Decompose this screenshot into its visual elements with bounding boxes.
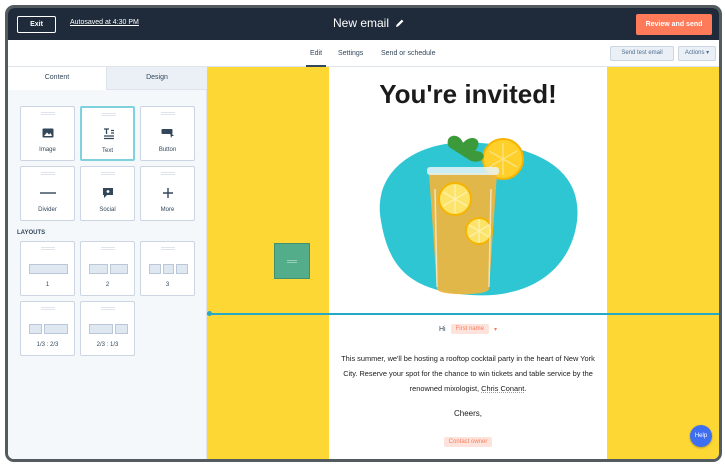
tab-design[interactable]: Design: [107, 67, 207, 90]
autosave-link[interactable]: Autosaved at 4:30 PM: [70, 19, 139, 26]
tab-send-or-schedule[interactable]: Send or schedule: [381, 50, 435, 57]
email-editor-window: Exit Autosaved at 4:30 PM New email Revi…: [5, 5, 722, 462]
email-signoff[interactable]: Cheers,: [329, 409, 607, 418]
divider-icon: [40, 186, 56, 200]
image-icon: [40, 126, 56, 140]
content-sidebar: Content Design Image Text Button Divider…: [8, 67, 207, 459]
email-heading[interactable]: You're invited!: [329, 79, 607, 110]
drop-target-line: [207, 311, 719, 316]
module-social[interactable]: Social: [80, 166, 135, 221]
email-body[interactable]: You're invited! Hi First name ▾ This sum…: [329, 67, 607, 459]
email-canvas[interactable]: You're invited! Hi First name ▾ This sum…: [207, 67, 719, 459]
dragged-module-ghost[interactable]: [274, 243, 310, 279]
tab-content[interactable]: Content: [8, 67, 107, 90]
send-test-email-button[interactable]: Send test email: [610, 46, 674, 61]
greeting-text: Hi: [439, 325, 446, 333]
drag-handle: [161, 112, 175, 115]
layout-label: 1/3 : 2/3: [36, 342, 59, 348]
drag-handle: [41, 307, 55, 310]
top-bar: Exit Autosaved at 4:30 PM New email Revi…: [8, 8, 719, 40]
owner-row: Contact owner: [329, 437, 607, 447]
help-button[interactable]: Help: [690, 425, 712, 447]
drag-handle: [161, 172, 175, 175]
paragraph-text: This summer, we'll be hosting a rooftop …: [341, 354, 595, 393]
drag-handle: [102, 113, 116, 116]
layout-1-column[interactable]: 1: [20, 241, 75, 296]
drag-handle: [287, 260, 297, 263]
drag-handle: [161, 247, 175, 250]
module-image[interactable]: Image: [20, 106, 75, 161]
sidebar-tabs: Content Design: [8, 67, 207, 90]
button-icon: [160, 126, 176, 140]
mixologist-name: Chris Conant: [481, 384, 525, 393]
module-label: Social: [99, 207, 116, 213]
layout-one-third-two-thirds[interactable]: 1/3 : 2/3: [20, 301, 75, 356]
pencil-icon[interactable]: [395, 18, 405, 28]
layouts-heading: LAYOUTS: [17, 230, 46, 236]
review-and-send-button[interactable]: Review and send: [636, 14, 712, 35]
paragraph-end: .: [524, 384, 527, 393]
layout-label: 1: [45, 282, 50, 288]
layout-preview: [89, 324, 128, 334]
layout-label: 2/3 : 1/3: [96, 342, 119, 348]
module-label: Divider: [38, 207, 57, 213]
module-label: Button: [158, 147, 177, 153]
drag-handle: [101, 247, 115, 250]
contact-owner-token[interactable]: Contact owner: [443, 437, 493, 447]
drag-handle: [41, 172, 55, 175]
drag-handle: [41, 112, 55, 115]
email-title-area[interactable]: New email: [333, 16, 405, 30]
greeting-row[interactable]: Hi First name ▾: [329, 324, 607, 334]
editor-subnav: Edit Settings Send or schedule Send test…: [8, 40, 719, 67]
layout-label: 3: [165, 282, 170, 288]
tab-edit[interactable]: Edit: [305, 50, 327, 67]
plus-icon: [160, 186, 176, 200]
layout-preview: [89, 264, 128, 274]
layout-preview: [29, 324, 68, 334]
layout-label: 2: [105, 282, 110, 288]
module-more[interactable]: More: [140, 166, 195, 221]
module-text[interactable]: Text: [80, 106, 135, 161]
exit-button[interactable]: Exit: [17, 16, 56, 33]
tab-settings[interactable]: Settings: [338, 50, 363, 57]
module-button[interactable]: Button: [140, 106, 195, 161]
token-caret-icon[interactable]: ▾: [494, 326, 497, 333]
text-icon: [101, 127, 117, 141]
module-label: Image: [39, 147, 56, 153]
drag-handle: [101, 307, 115, 310]
module-label: More: [160, 207, 175, 213]
first-name-token[interactable]: First name: [450, 324, 489, 334]
email-paragraph[interactable]: This summer, we'll be hosting a rooftop …: [341, 351, 595, 396]
social-icon: [100, 186, 116, 200]
actions-dropdown[interactable]: Actions ▾: [678, 46, 716, 61]
layout-preview: [149, 264, 189, 274]
screenshot-frame: Exit Autosaved at 4:30 PM New email Revi…: [0, 0, 725, 464]
drag-handle: [101, 172, 115, 175]
module-label: Text: [101, 148, 113, 154]
layout-2-column[interactable]: 2: [80, 241, 135, 296]
drag-handle: [41, 247, 55, 250]
layout-preview: [29, 264, 68, 274]
email-title[interactable]: New email: [333, 16, 389, 30]
module-divider[interactable]: Divider: [20, 166, 75, 221]
lemonade-drink-image[interactable]: [351, 129, 587, 301]
layout-3-column[interactable]: 3: [140, 241, 195, 296]
layout-two-thirds-one-third[interactable]: 2/3 : 1/3: [80, 301, 135, 356]
